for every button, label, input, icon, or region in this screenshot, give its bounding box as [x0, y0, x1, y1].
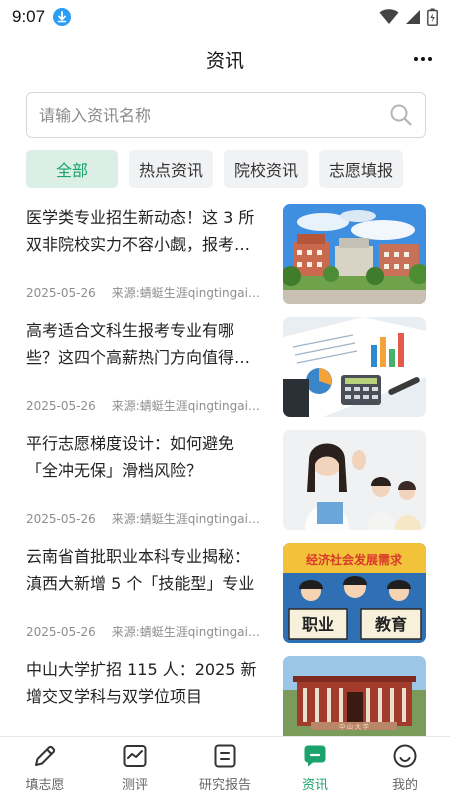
app-header: 资讯: [0, 34, 450, 84]
news-meta: 2025-05-26 来源:蜻蜓生涯qingtingaixuetang: [26, 510, 266, 527]
search-input[interactable]: [39, 105, 389, 125]
status-bar: 9:07: [0, 0, 450, 34]
news-item[interactable]: 平行志愿梯度设计：如何避免「全冲无保」滑档风险？ 2025-05-26 来源:蜻蜓…: [26, 430, 426, 543]
news-meta: 2025-05-26 来源:蜻蜓生涯qingtingaixuetang: [26, 623, 266, 640]
news-date: 2025-05-26: [26, 512, 96, 526]
news-thumbnail-campus: [283, 204, 426, 304]
nav-news[interactable]: 资讯: [270, 737, 360, 797]
tab-label: 志愿填报: [329, 161, 394, 180]
tab-label: 院校资讯: [234, 161, 299, 180]
news-item[interactable]: 高考适合文科生报考专业有哪些？这四个高薪热门方向值得关注 2025-05-26 来…: [26, 317, 426, 430]
tab-application-filling[interactable]: 志愿填报: [319, 150, 404, 188]
news-item[interactable]: 云南省首批职业本科专业揭秘：滇西大新增 5 个「技能型」专业 2025-05-2…: [26, 543, 426, 656]
bottom-navigation: 填志愿 测评 研究报告 资讯 我的: [0, 736, 450, 797]
sign-text-left: 职业: [302, 615, 334, 634]
pencil-icon: [32, 743, 58, 769]
tab-label: 全部: [55, 161, 88, 180]
battery-icon: [427, 8, 438, 26]
nav-label: 我的: [391, 778, 418, 793]
smile-icon: [392, 743, 418, 769]
more-dot: [428, 57, 432, 61]
banner-text: 经济社会发展需求: [306, 552, 403, 567]
nav-label: 研究报告: [198, 778, 251, 793]
category-tabs: 全部 热点资讯 院校资讯 志愿填报: [26, 150, 426, 188]
nav-assessment[interactable]: 测评: [90, 737, 180, 797]
nav-label: 资讯: [301, 778, 328, 793]
tab-school-news[interactable]: 院校资讯: [224, 150, 309, 188]
gate-inscription: 中 山 大 学: [339, 723, 369, 731]
download-icon: [53, 8, 72, 26]
news-list: 医学类专业招生新动态！这 3 所双非院校实力不容小觑，报考前必看！ 2025-0…: [26, 204, 426, 736]
wifi-icon: [379, 9, 399, 24]
news-thumbnail-university-gate: 中 山 大 学: [283, 656, 426, 736]
news-thumbnail-students: [283, 430, 426, 530]
chart-icon: [122, 743, 148, 769]
news-date: 2025-05-26: [26, 399, 96, 413]
nav-fill-application[interactable]: 填志愿: [0, 737, 90, 797]
news-source: 来源:蜻蜓生涯qingtingaixuetang: [111, 512, 266, 526]
news-title: 平行志愿梯度设计：如何避免「全冲无保」滑档风险？: [26, 434, 235, 480]
report-icon: [212, 743, 238, 769]
news-title: 高考适合文科生报考专业有哪些？这四个高薪热门方向值得关注: [26, 321, 251, 367]
news-thumbnail-vocational-education: 经济社会发展需求 职业 教育: [283, 543, 426, 643]
news-source: 来源:蜻蜓生涯qingtingaixuetang: [111, 625, 266, 639]
news-source: 来源:蜻蜓生涯qingtingaixuetang: [111, 286, 266, 300]
news-meta: 2025-05-26 来源:蜻蜓生涯qingtingaixuetang: [26, 284, 266, 301]
tab-label: 热点资讯: [139, 161, 204, 180]
news-item[interactable]: 医学类专业招生新动态！这 3 所双非院校实力不容小觑，报考前必看！ 2025-0…: [26, 204, 426, 317]
nav-mine[interactable]: 我的: [360, 737, 450, 797]
more-dot: [421, 57, 425, 61]
news-source: 来源:蜻蜓生涯qingtingaixuetang: [111, 399, 266, 413]
signal-icon: [406, 10, 420, 24]
news-thumbnail-documents: [283, 317, 426, 417]
nav-label: 测评: [121, 778, 148, 793]
page-title: 资讯: [205, 49, 244, 72]
status-icons: [379, 8, 438, 26]
news-date: 2025-05-26: [26, 625, 96, 639]
sign-text-right: 教育: [375, 615, 407, 634]
nav-research-report[interactable]: 研究报告: [180, 737, 270, 797]
tab-hot-news[interactable]: 热点资讯: [129, 150, 214, 188]
news-date: 2025-05-26: [26, 286, 96, 300]
news-chat-icon: [302, 743, 328, 769]
news-title: 中山大学扩招 115 人：2025 新增交叉学科与双学位项目: [26, 660, 257, 706]
news-item[interactable]: 中山大学扩招 115 人：2025 新增交叉学科与双学位项目 中 山 大 学: [26, 656, 426, 736]
nav-label: 填志愿: [25, 778, 65, 793]
more-dot: [414, 57, 418, 61]
news-meta: 2025-05-26 来源:蜻蜓生涯qingtingaixuetang: [26, 397, 266, 414]
news-title: 医学类专业招生新动态！这 3 所双非院校实力不容小觑，报考前必看！: [26, 208, 255, 254]
search-box[interactable]: [26, 92, 426, 138]
tab-all[interactable]: 全部: [26, 150, 118, 188]
news-title: 云南省首批职业本科专业揭秘：滇西大新增 5 个「技能型」专业: [26, 547, 255, 593]
search-icon[interactable]: [389, 103, 413, 127]
status-time: 9:07: [12, 7, 46, 26]
more-options-button[interactable]: [412, 48, 434, 70]
